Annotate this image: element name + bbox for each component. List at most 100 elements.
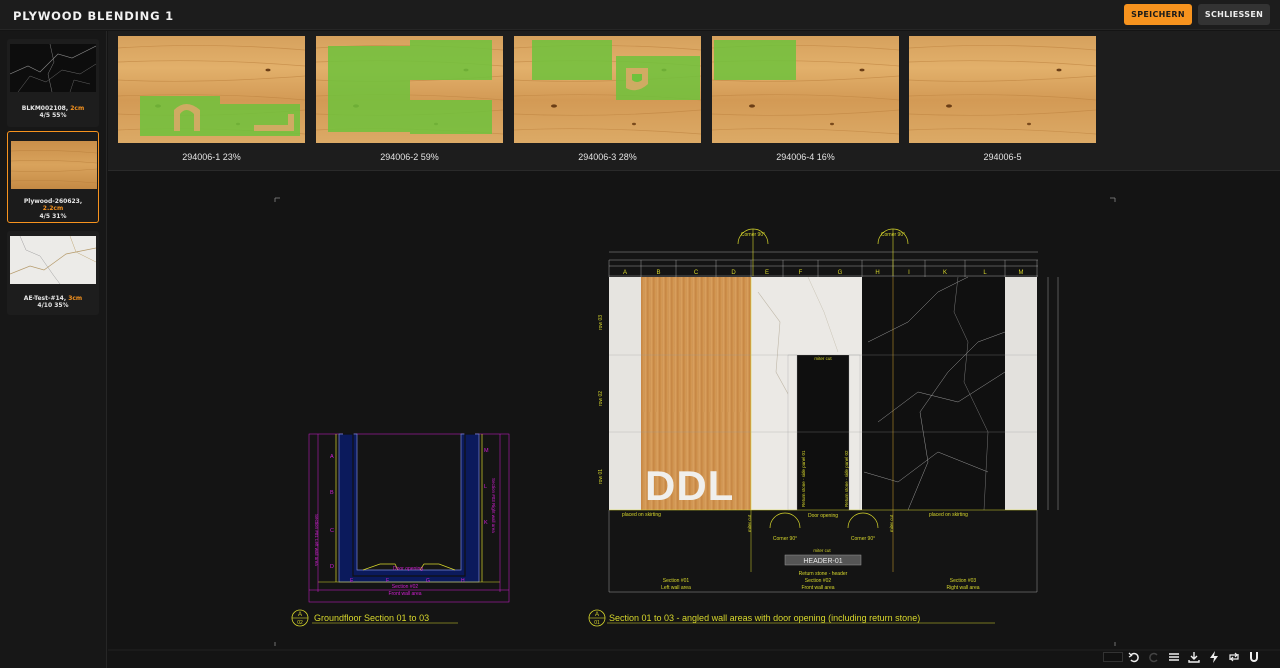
corner-label: Corner 90° bbox=[851, 536, 875, 542]
corner-label: Corner 90° bbox=[741, 232, 765, 238]
zoom-field[interactable] bbox=[1102, 648, 1124, 666]
section-title: Section 01 to 03 - angled wall areas wit… bbox=[609, 613, 920, 623]
section-name: Section #01 bbox=[663, 578, 690, 584]
plan-front-label: Section #02 bbox=[392, 584, 419, 590]
page-title: PLYWOOD BLENDING 1 bbox=[13, 9, 174, 23]
section-title-a01: A 01 Section 01 to 03 - angled wall area… bbox=[588, 609, 995, 627]
material-stats: 4/5 31% bbox=[39, 212, 67, 220]
material-thickness: 3cm bbox=[68, 295, 83, 302]
column-letter: I bbox=[908, 270, 910, 276]
corner-label: Corner 90° bbox=[881, 232, 905, 238]
return-side-label: Return stone - side panel 01 bbox=[801, 450, 806, 507]
elevation-view: A B C D E F G H I K L M Corner 90° Corner 90° DDL r… bbox=[598, 228, 1059, 593]
sheet-image bbox=[118, 36, 305, 143]
material-thickness: 2.2cm bbox=[42, 205, 64, 213]
top-bar: PLYWOOD BLENDING 1 SPEICHERN SCHLIESSEN bbox=[0, 0, 1280, 30]
close-button[interactable]: SCHLIESSEN bbox=[1198, 4, 1270, 25]
miter-label: miter cut bbox=[889, 514, 894, 532]
column-letter: E bbox=[765, 270, 769, 276]
sheet-label: 294006-2 59% bbox=[380, 152, 439, 162]
column-letter: F bbox=[799, 270, 803, 276]
column-letter: L bbox=[983, 270, 987, 276]
magnet-icon[interactable] bbox=[1244, 648, 1264, 666]
column-letter: K bbox=[943, 270, 947, 276]
section-number: A bbox=[595, 612, 599, 618]
header-label: HEADER-01 bbox=[803, 558, 842, 565]
sheet-image bbox=[514, 36, 701, 143]
material-stats: 4/5 55% bbox=[39, 112, 67, 120]
material-thickness: 2cm bbox=[70, 105, 85, 112]
plan-letter: A bbox=[330, 454, 334, 460]
door-opening-label: Door opening bbox=[808, 513, 838, 519]
sheet-image bbox=[316, 36, 503, 143]
save-button[interactable]: SPEICHERN bbox=[1124, 4, 1192, 25]
sheet-label: 294006-5 bbox=[983, 152, 1022, 162]
column-letter: A bbox=[623, 270, 627, 276]
section-title: Groundfloor Section 01 to 03 bbox=[314, 613, 429, 623]
sheet-label: 294006-3 28% bbox=[578, 152, 637, 162]
plan-letter: F bbox=[386, 578, 389, 584]
row-label: row 02 bbox=[598, 391, 604, 406]
sheet-label: 294006-4 16% bbox=[776, 152, 835, 162]
redo-icon[interactable] bbox=[1144, 648, 1164, 666]
material-name: Plywood-260623, bbox=[23, 198, 83, 205]
skirting-label: placed on skirting bbox=[622, 512, 661, 518]
plan-letter: K bbox=[484, 520, 488, 526]
plan-front-label: Front wall area bbox=[388, 591, 421, 597]
return-stone-header-label: Return stone - header bbox=[799, 571, 848, 577]
corner-marker: Corner 90° bbox=[737, 228, 769, 276]
miter-label: miter cut bbox=[747, 514, 752, 532]
section-name: Section #03 bbox=[950, 578, 977, 584]
material-thumbnail bbox=[10, 236, 96, 284]
flash-icon[interactable] bbox=[1204, 648, 1224, 666]
corner-marker: Corner 90° bbox=[877, 228, 909, 276]
download-icon[interactable] bbox=[1184, 648, 1204, 666]
undo-icon[interactable] bbox=[1124, 648, 1144, 666]
bottom-toolbar bbox=[1102, 648, 1264, 666]
drawing-canvas[interactable]: A B C D E F G H M L K Section #01 Left w… bbox=[108, 172, 1280, 668]
row-label: row 03 bbox=[598, 315, 604, 330]
material-card-blkm[interactable]: BLKM002108, 2cm 4/5 55% bbox=[7, 39, 99, 127]
column-letter: M bbox=[1019, 270, 1024, 276]
material-card-ae-test[interactable]: AE-Test-#14, 3cm 4/10 35% bbox=[7, 231, 99, 315]
material-thumbnail bbox=[11, 141, 97, 189]
section-name: Section #02 bbox=[805, 578, 832, 584]
sheet-strip: 294006-1 23% 294006-2 59% 294006-3 28% 2… bbox=[108, 31, 1280, 171]
column-letter: G bbox=[838, 270, 843, 276]
section-sub: 02 bbox=[297, 620, 303, 626]
repeat-icon[interactable] bbox=[1224, 648, 1244, 666]
column-letter: B bbox=[656, 270, 660, 276]
section-area: Left wall area bbox=[661, 585, 691, 591]
plan-door-label: Door opening bbox=[393, 566, 423, 572]
column-letter: C bbox=[694, 270, 699, 276]
column-letter: D bbox=[731, 270, 736, 276]
section-title-a02: A 02 Groundfloor Section 01 to 03 bbox=[291, 609, 458, 627]
plan-letter: M bbox=[484, 448, 489, 454]
ddl-logo: DDL bbox=[645, 462, 734, 509]
material-stats: 4/10 35% bbox=[37, 302, 69, 310]
section-number: A bbox=[298, 612, 302, 618]
plan-letter: D bbox=[330, 564, 334, 570]
material-name: AE-Test-#14, bbox=[23, 295, 67, 302]
miter-label: miter cut bbox=[814, 356, 832, 361]
plan-caption: Section #03 Right wall area bbox=[491, 478, 496, 533]
material-thumbnail bbox=[10, 44, 96, 92]
plan-letter: H bbox=[461, 578, 465, 584]
plan-caption: Section #01 Left wall area bbox=[314, 514, 319, 566]
plan-letter: C bbox=[330, 528, 334, 534]
section-area: Right wall area bbox=[946, 585, 979, 591]
plan-letter: B bbox=[330, 490, 334, 496]
section-sub: 01 bbox=[594, 620, 600, 626]
cad-drawing: A B C D E F G H M L K Section #01 Left w… bbox=[108, 197, 1280, 651]
skirting-label: placed on skirting bbox=[929, 512, 968, 518]
material-card-plywood[interactable]: Plywood-260623, 2.2cm 4/5 31% bbox=[7, 131, 99, 223]
plan-view: A B C D E F G H M L K Section #01 Left w… bbox=[308, 433, 510, 603]
material-name: BLKM002108, bbox=[21, 105, 69, 112]
sheet-image bbox=[712, 36, 899, 143]
row-label: row 01 bbox=[598, 469, 604, 484]
menu-icon[interactable] bbox=[1164, 648, 1184, 666]
plan-letter: L bbox=[484, 484, 487, 490]
miter-label: miter cut bbox=[813, 548, 831, 553]
column-letter: H bbox=[875, 270, 879, 276]
return-side-label: Return stone - side panel 02 bbox=[844, 450, 849, 507]
